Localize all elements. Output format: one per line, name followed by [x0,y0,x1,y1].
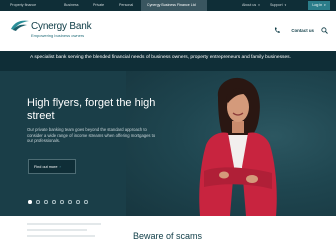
carousel-dot[interactable] [68,200,72,204]
carousel-dot[interactable] [84,200,88,204]
nav-item-personal[interactable]: Personal [113,0,133,11]
chevron-down-icon: ▾ [258,3,260,7]
text-line [27,235,95,237]
phone-icon [274,27,280,33]
brand-tagline: Empowering business owners [31,33,85,38]
brand-name[interactable]: Cynergy Bank [31,21,92,32]
hero-woman-image [199,77,277,216]
carousel-dot[interactable] [44,200,48,204]
beware-of-scams-title[interactable]: Beware of scams [133,231,202,241]
hero-description: Our private banking team goes beyond the… [27,127,156,144]
carousel-dot[interactable] [76,200,80,204]
chevron-down-icon: ▾ [324,3,326,7]
about-menu[interactable]: About us ▾ [242,0,260,11]
find-out-more-button[interactable]: Find out more › [28,159,76,174]
carousel-dot[interactable] [52,200,56,204]
carousel-dot[interactable] [28,200,32,204]
mission-band: A specialist bank serving the blended fi… [0,51,336,71]
brand-header: Cynergy Bank Empowering business owners … [0,11,336,51]
carousel-dot[interactable] [60,200,64,204]
nav-item-business[interactable]: Business [58,0,79,11]
nav-item-property-finance[interactable]: Property finance [4,0,36,11]
secondary-text-block [27,220,107,252]
hero-title: High flyers, forget the high street [27,97,156,122]
nav-item-private[interactable]: Private [87,0,104,11]
search-icon[interactable] [321,27,328,34]
login-button[interactable]: Log in ▾ [308,1,330,10]
top-nav: Property finance Business Private Person… [0,0,336,11]
arrow-right-icon: › [59,165,61,169]
about-label: About us [242,3,257,7]
login-label: Log in [312,3,323,7]
support-label: Support [270,3,283,7]
notice-section: Beware of scams [0,216,336,252]
cta-label: Find out more [34,165,58,169]
carousel-dot[interactable] [36,200,40,204]
contact-us-link[interactable]: Contact us [291,28,314,33]
support-menu[interactable]: Support ▾ [270,0,286,11]
nav-item-business-finance[interactable]: Cynergy Business Finance Ltd [141,0,207,11]
hero-banner: High flyers, forget the high street Our … [0,71,336,216]
text-line [27,229,87,231]
mission-text: A specialist bank serving the blended fi… [30,55,291,60]
chevron-down-icon: ▾ [284,3,287,7]
text-line [27,223,101,225]
cynergy-logo-mark[interactable] [10,19,30,31]
